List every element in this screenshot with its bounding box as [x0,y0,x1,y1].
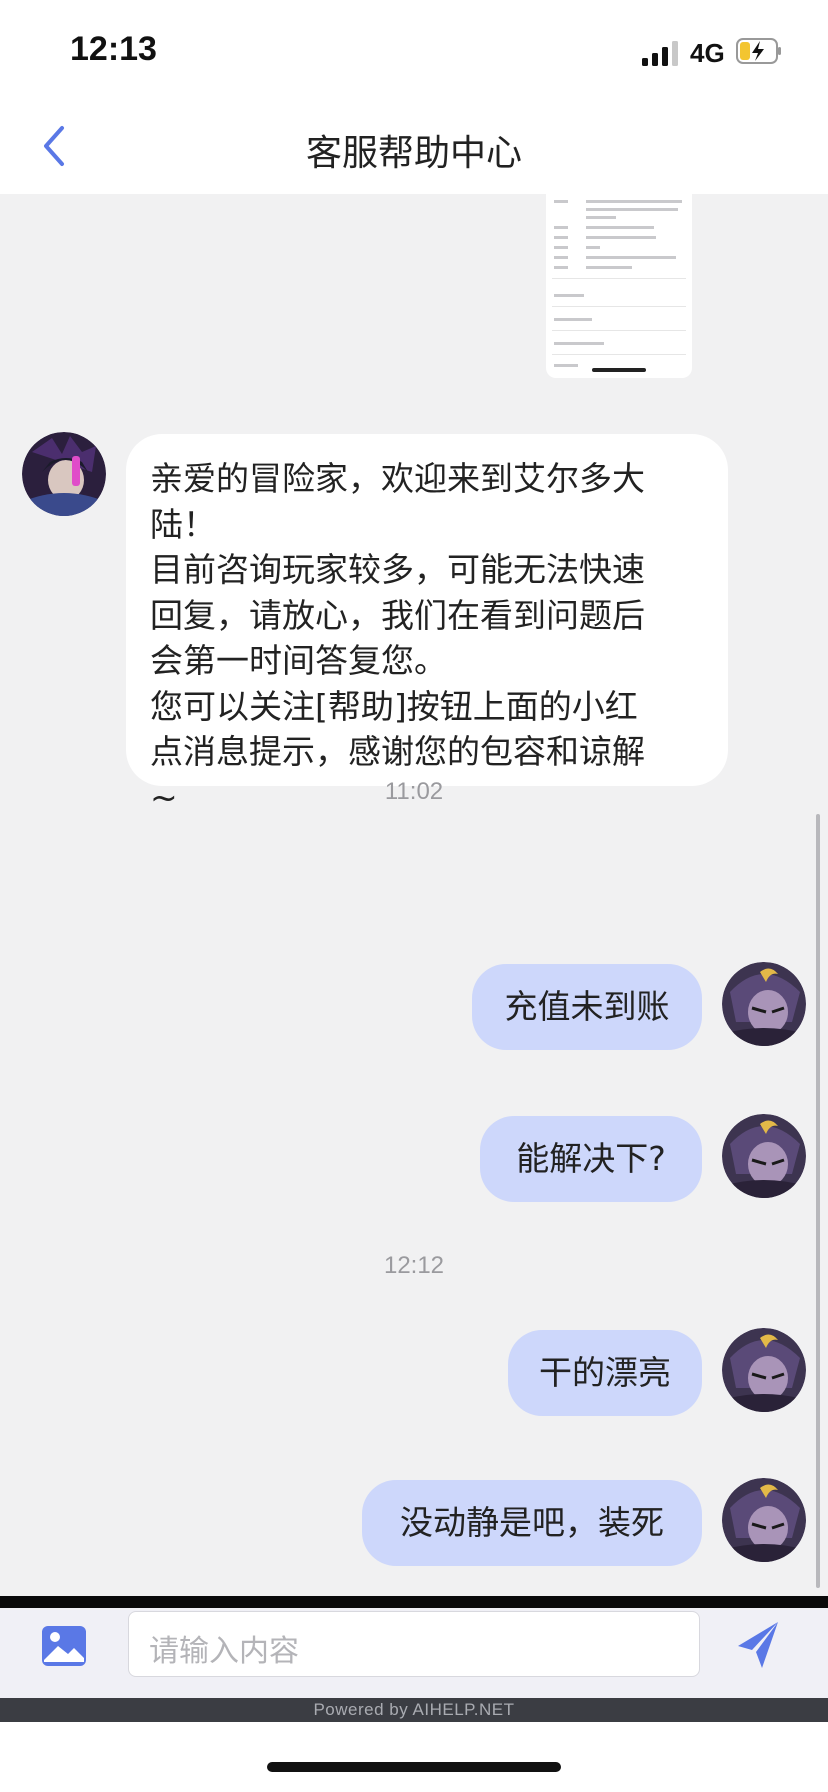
clock: 12:13 [70,30,157,68]
user-avatar [722,962,806,1046]
image-icon[interactable] [40,1622,88,1670]
home-indicator[interactable] [267,1762,561,1772]
timestamp: 11:02 [384,778,444,805]
user-avatar [722,1114,806,1198]
user-message-bubble: 没动静是吧，装死 [362,1480,702,1566]
input-bar: 请输入内容 [0,1608,828,1698]
user-message-bubble: 充值未到账 [472,964,702,1050]
powered-by-footer: Powered by AIHELP.NET [0,1698,828,1722]
user-avatar [722,1478,806,1562]
scrollbar[interactable] [816,814,820,1588]
status-bar: 12:13 4G [0,0,828,100]
agent-avatar [22,432,106,516]
network-type: 4G [690,38,725,68]
user-avatar [722,1328,806,1412]
home-area [0,1722,828,1792]
send-icon[interactable] [736,1620,780,1670]
battery-charging-icon [736,38,781,64]
agent-message-bubble: 亲爱的冒险家，欢迎来到艾尔多大 陆！ 目前咨询玩家较多，可能无法快速 回复，请放… [126,434,728,817]
page-title: 客服帮助中心 [305,133,522,174]
message-input[interactable]: 请输入内容 [128,1611,700,1677]
message-text: 亲爱的冒险家，欢迎来到艾尔多大 陆！ 目前咨询玩家较多，可能无法快速 回复，请放… [150,459,645,817]
timestamp: 12:12 [383,1252,445,1279]
image-message[interactable] [546,194,692,378]
nav-bar: 客服帮助中心 [0,100,828,194]
divider [0,1596,828,1608]
user-message-bubble: 能解决下? [480,1116,702,1202]
signal-icon [642,41,678,66]
user-message-bubble: 干的漂亮 [508,1330,702,1416]
input-placeholder: 请输入内容 [149,1634,299,1669]
chat-area[interactable]: 亲爱的冒险家，欢迎来到艾尔多大 陆！ 目前咨询玩家较多，可能无法快速 回复，请放… [0,194,828,1596]
